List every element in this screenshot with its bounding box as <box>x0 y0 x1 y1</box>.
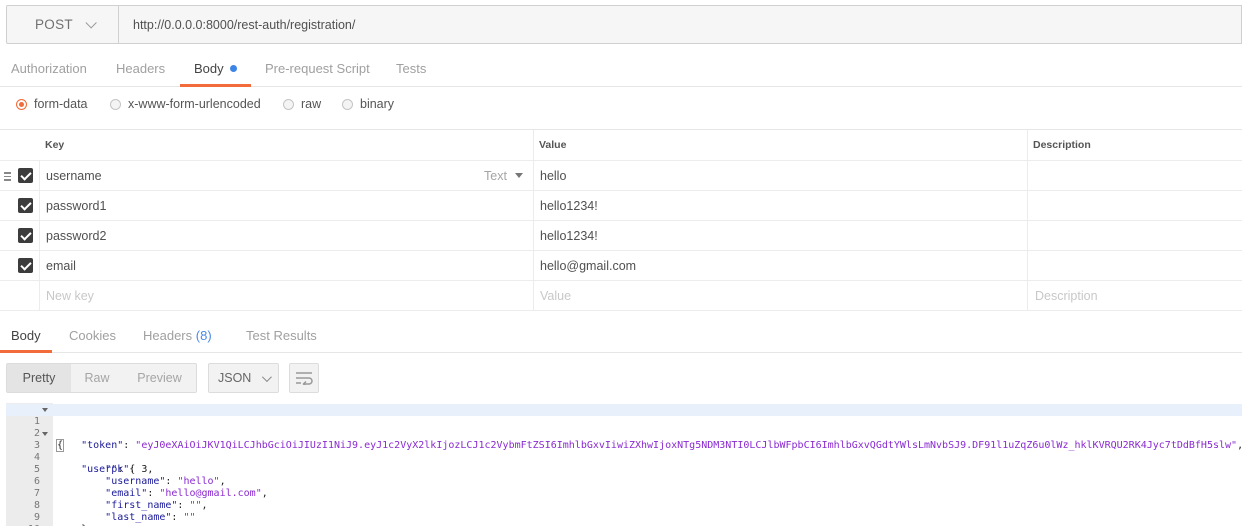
param-key[interactable]: username <box>46 161 102 190</box>
drag-handle-icon[interactable] <box>4 172 11 181</box>
chevron-down-icon <box>262 371 273 382</box>
tab-label: Headers <box>116 60 166 76</box>
code-line: 9 } <box>6 500 1242 526</box>
radio-raw[interactable]: raw <box>283 97 321 111</box>
code-line: 1 { <box>6 404 1242 452</box>
radio-label: binary <box>360 97 395 111</box>
param-value[interactable]: hello@gmail.com <box>540 251 636 280</box>
param-key[interactable]: password1 <box>46 191 106 220</box>
tab-test-results[interactable]: Test Results <box>246 318 317 352</box>
radio-label: form-data <box>34 97 88 111</box>
type-label: Text <box>484 168 507 183</box>
radio-label: raw <box>301 97 322 111</box>
request-tabs: Authorization Headers Body Pre-request S… <box>0 50 1242 87</box>
wrap-lines-button[interactable] <box>289 363 319 393</box>
fold-arrow-icon[interactable] <box>42 432 48 436</box>
tab-label: Test Results <box>246 327 317 343</box>
row-checkbox[interactable] <box>18 258 33 273</box>
tab-pre-request-script[interactable]: Pre-request Script <box>265 50 370 86</box>
tab-label: Body <box>11 327 41 343</box>
type-select[interactable]: Text <box>484 161 523 190</box>
radio-icon <box>110 98 121 110</box>
param-key[interactable]: password2 <box>46 221 106 250</box>
new-param-row: New key Value Description <box>0 281 1242 311</box>
param-value[interactable]: hello1234! <box>540 221 598 250</box>
param-key[interactable]: email <box>46 251 76 280</box>
body-mode-options: form-data x-www-form-urlencoded raw bina… <box>0 88 1242 130</box>
url-input[interactable]: http://0.0.0.0:8000/rest-auth/registrati… <box>119 6 1241 43</box>
tab-label: Tests <box>396 60 427 76</box>
response-tabs: Body Cookies Headers (8) Test Results <box>0 318 1242 353</box>
radio-binary[interactable]: binary <box>342 97 394 111</box>
row-checkbox[interactable] <box>18 228 33 243</box>
tab-tests[interactable]: Tests <box>396 50 426 86</box>
tab-authorization[interactable]: Authorization <box>11 50 87 86</box>
tab-label: Authorization <box>11 60 87 76</box>
new-description-input[interactable]: Description <box>1035 281 1098 310</box>
headers-count-badge: (8) <box>195 327 212 343</box>
param-value[interactable]: hello1234! <box>540 191 598 220</box>
table-row: password2 hello1234! <box>0 221 1242 251</box>
tab-body[interactable]: Body <box>180 50 251 87</box>
tab-label: Pre-request Script <box>265 60 370 76</box>
radio-icon <box>342 98 353 110</box>
format-preview-button[interactable]: Preview <box>123 364 196 392</box>
wrap-lines-icon <box>296 372 313 385</box>
table-header: Key Value Description <box>0 130 1242 161</box>
unsaved-dot-icon <box>229 64 237 72</box>
method-label: POST <box>35 17 73 32</box>
request-bar: POST http://0.0.0.0:8000/rest-auth/regis… <box>6 5 1242 44</box>
language-label: JSON <box>218 371 252 385</box>
description-column-header: Description <box>1033 139 1091 151</box>
tab-response-body[interactable]: Body <box>0 318 52 353</box>
code-line: 4 "pk": 3, <box>6 440 1242 475</box>
method-select[interactable]: POST <box>7 6 119 43</box>
tab-cookies[interactable]: Cookies <box>69 318 116 352</box>
key-column-header: Key <box>45 139 65 151</box>
tab-headers[interactable]: Headers <box>116 50 165 86</box>
table-row: username Text hello <box>0 161 1242 191</box>
caret-down-icon <box>514 173 523 178</box>
value-column-header: Value <box>539 139 567 151</box>
param-value[interactable]: hello <box>540 161 566 190</box>
row-checkbox[interactable] <box>18 168 33 183</box>
code-line: 10 } <box>6 512 1242 526</box>
code-line: 3 "user": { <box>6 428 1242 475</box>
response-body-viewer[interactable]: 1 { 2 "token": "eyJ0eXAiOiJKV1QiLCJhbGci… <box>6 403 1242 526</box>
code-line: 2 "token": "eyJ0eXAiOiJKV1QiLCJhbGciOiJI… <box>6 416 1242 451</box>
new-key-input[interactable]: New key <box>46 281 94 310</box>
tab-response-headers[interactable]: Headers (8) <box>143 318 212 352</box>
format-raw-button[interactable]: Raw <box>71 364 123 392</box>
radio-icon <box>283 98 294 110</box>
table-row: password1 hello1234! <box>0 191 1242 221</box>
radio-x-www-form-urlencoded[interactable]: x-www-form-urlencoded <box>110 97 261 111</box>
url-text: http://0.0.0.0:8000/rest-auth/registrati… <box>133 17 356 32</box>
radio-selected-icon <box>16 98 27 110</box>
code-line: 5 "username": "hello", <box>6 452 1242 487</box>
tab-label: Cookies <box>69 327 116 343</box>
tab-label: Headers <box>143 327 193 343</box>
code-line: 8 "last_name": "" <box>6 488 1242 523</box>
radio-form-data[interactable]: form-data <box>16 97 88 111</box>
format-toggle-group: Pretty Raw Preview <box>6 363 197 393</box>
new-value-input[interactable]: Value <box>540 281 571 310</box>
code-line: 7 "first_name": "", <box>6 476 1242 511</box>
chevron-down-icon <box>85 16 97 29</box>
language-select[interactable]: JSON <box>208 363 279 393</box>
format-pretty-button[interactable]: Pretty <box>7 364 71 392</box>
tab-label: Body <box>194 60 224 76</box>
row-checkbox[interactable] <box>18 198 33 213</box>
fold-arrow-icon[interactable] <box>42 408 48 412</box>
table-row: email hello@gmail.com <box>0 251 1242 281</box>
radio-label: x-www-form-urlencoded <box>128 97 261 111</box>
code-line: 6 "email": "hello@gmail.com", <box>6 464 1242 499</box>
